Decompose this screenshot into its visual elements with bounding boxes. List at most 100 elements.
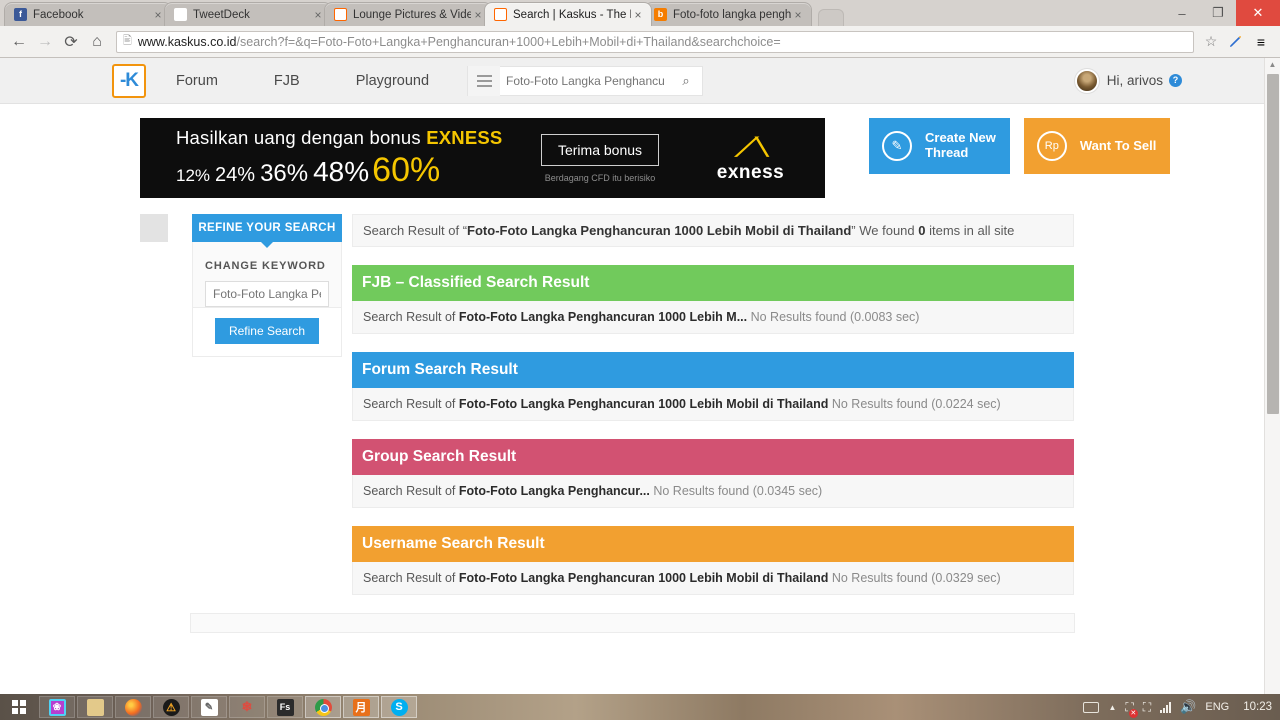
tab-strip: f Facebook × ▼ TweetDeck × K Lounge Pict…	[0, 0, 1280, 26]
refine-your-search-tab[interactable]: REFINE YOUR SEARCH	[192, 214, 342, 248]
forward-icon[interactable]: →	[32, 29, 58, 55]
firefox-icon	[124, 698, 142, 716]
header-search-input[interactable]	[500, 66, 671, 95]
terima-bonus-button[interactable]: Terima bonus	[540, 133, 660, 166]
page-scrollbar[interactable]: ▲	[1264, 58, 1280, 694]
browser-tab-lounge[interactable]: K Lounge Pictures & Video ×	[324, 2, 492, 26]
change-keyword-input[interactable]	[205, 281, 329, 307]
clock[interactable]: 10:23	[1243, 701, 1272, 713]
body-query: Foto-Foto Langka Penghancuran 1000 Lebih…	[458, 571, 829, 585]
result-block-forum: Forum Search Result Search Result of Fot…	[352, 352, 1074, 421]
result-block-title: Username Search Result	[352, 526, 1074, 562]
body-query: Foto-Foto Langka Penghancuran 1000 Lebih…	[458, 310, 748, 324]
action-buttons: ✎ Create New Thread Rp Want To Sell	[869, 118, 1171, 174]
summary-mid: ” We found	[851, 223, 919, 238]
change-keyword-label: CHANGE KEYWORD	[205, 260, 326, 272]
browser-tab-blogger[interactable]: b Foto-foto langka penghan ×	[644, 2, 812, 26]
taskbar-item-red-app[interactable]: ❄	[229, 696, 265, 718]
scroll-up-arrow[interactable]: ▲	[1265, 58, 1280, 72]
refine-search-button[interactable]: Refine Search	[214, 318, 320, 344]
taskbar-item-warning-app[interactable]: ⚠	[153, 696, 189, 718]
bookmark-star-icon[interactable]: ☆	[1200, 33, 1222, 50]
kaskus-page: -K Forum FJB Playground ⌕ Hi, arivos ?	[0, 58, 1264, 633]
new-tab-button[interactable]	[818, 9, 844, 26]
summary-count: 0	[918, 223, 926, 238]
exness-banner-ad[interactable]: Hasilkan uang dengan bonus EXNESS 12% 24…	[140, 118, 825, 198]
taskbar-item-chrome[interactable]	[305, 696, 341, 718]
nav-item-playground[interactable]: Playground	[356, 73, 429, 89]
body-prefix: Search Result of	[363, 571, 459, 585]
page-footer-placeholder	[190, 613, 1075, 633]
pen-extension-icon[interactable]	[1222, 35, 1248, 49]
nav-item-forum[interactable]: Forum	[176, 73, 218, 89]
tab-title: Foto-foto langka penghan	[673, 8, 791, 21]
refine-body: CHANGE KEYWORD	[192, 242, 342, 308]
avatar[interactable]	[1074, 68, 1099, 93]
page-viewport: -K Forum FJB Playground ⌕ Hi, arivos ?	[0, 58, 1280, 694]
taskbar-item-notepad[interactable]: ✎	[191, 696, 227, 718]
taskbar-item-fireworks[interactable]: Fs	[267, 696, 303, 718]
taskbar-item-firefox[interactable]	[115, 696, 151, 718]
summary-suffix: items in all site	[925, 223, 1015, 238]
notepad-icon: ✎	[200, 698, 218, 716]
close-window-button[interactable]: ✕	[1236, 0, 1280, 26]
show-hidden-icons[interactable]: ▲	[1108, 703, 1116, 712]
nav-item-fjb[interactable]: FJB	[274, 73, 300, 89]
windows-start-icon[interactable]	[0, 694, 38, 720]
skype-icon: S	[390, 698, 408, 716]
search-icon[interactable]: ⌕	[670, 73, 702, 89]
help-icon[interactable]: ?	[1169, 74, 1182, 87]
kaskus-logo-icon[interactable]: -K	[112, 63, 146, 98]
signal-icon[interactable]	[1160, 701, 1172, 713]
tab-close-icon[interactable]: ×	[791, 8, 805, 22]
browser-tab-search-kaskus[interactable]: K Search | Kaskus - The Larg ×	[484, 2, 652, 26]
url-path: /search?f=&q=Foto-Foto+Langka+Penghancur…	[236, 34, 781, 49]
scrollbar-thumb[interactable]	[1267, 74, 1279, 414]
tab-close-icon[interactable]: ×	[311, 8, 325, 22]
main-content: REFINE YOUR SEARCH CHANGE KEYWORD Refine…	[0, 198, 1264, 595]
minimize-button[interactable]: –	[1164, 0, 1200, 26]
taskbar-item-skype[interactable]: S	[381, 696, 417, 718]
banner-cta-area: Terima bonus Berdagang CFD itu berisiko	[510, 133, 690, 183]
taskbar-item-photo-app[interactable]: ❀	[39, 696, 75, 718]
result-block-title: Group Search Result	[352, 439, 1074, 475]
category-menu-icon[interactable]	[468, 65, 501, 96]
taskbar-item-file-explorer[interactable]	[77, 696, 113, 718]
network-icon[interactable]: ⛶ ✕	[1125, 700, 1138, 718]
body-prefix: Search Result of	[363, 484, 459, 498]
warning-icon: ⚠	[162, 698, 180, 716]
percent-12: 12%	[176, 165, 211, 185]
banner-headline: Hasilkan uang dengan bonus EXNESS	[176, 127, 510, 149]
tab-close-icon[interactable]: ×	[631, 8, 645, 22]
battery-icon[interactable]: ⛶	[1143, 700, 1151, 715]
result-block-body: Search Result of Foto-Foto Langka Pengha…	[352, 475, 1074, 508]
maximize-button[interactable]: ❐	[1200, 0, 1236, 26]
browser-tab-facebook[interactable]: f Facebook ×	[4, 2, 172, 26]
refine-search-panel: REFINE YOUR SEARCH CHANGE KEYWORD Refine…	[192, 214, 342, 595]
home-icon[interactable]: ⌂	[84, 29, 110, 55]
volume-icon[interactable]: 🔊	[1180, 699, 1196, 715]
taskbar-item-orange-app[interactable]: 月	[343, 696, 379, 718]
tab-close-icon[interactable]: ×	[151, 8, 165, 22]
folder-icon	[86, 698, 104, 716]
back-icon[interactable]: ←	[6, 29, 32, 55]
exness-logo: ⟋⟍ exness	[690, 132, 825, 184]
result-block-username: Username Search Result Search Result of …	[352, 526, 1074, 595]
browser-tab-tweetdeck[interactable]: ▼ TweetDeck ×	[164, 2, 332, 26]
network-error-badge: ✕	[1128, 708, 1138, 718]
tab-close-icon[interactable]: ×	[471, 8, 485, 22]
want-to-sell-label: Want To Sell	[1079, 137, 1157, 153]
keyboard-icon[interactable]	[1083, 701, 1100, 713]
language-indicator[interactable]: ENG	[1205, 701, 1229, 713]
user-area[interactable]: Hi, arivos ?	[1074, 68, 1182, 93]
create-new-thread-button[interactable]: ✎ Create New Thread	[869, 118, 1010, 174]
window-controls: – ❐ ✕	[1164, 0, 1280, 26]
create-new-thread-label: Create New Thread	[925, 130, 1010, 161]
tab-title: Search | Kaskus - The Larg	[513, 8, 631, 21]
result-block-body: Search Result of Foto-Foto Langka Pengha…	[352, 301, 1074, 334]
browser-menu-icon[interactable]: ≡	[1248, 34, 1274, 50]
result-block-group: Group Search Result Search Result of Fot…	[352, 439, 1074, 508]
want-to-sell-button[interactable]: Rp Want To Sell	[1023, 118, 1171, 174]
reload-icon[interactable]: ⟳	[58, 29, 84, 55]
address-bar[interactable]: 🖹 www.kaskus.co.id /search?f=&q=Foto-Fot…	[116, 30, 1194, 53]
